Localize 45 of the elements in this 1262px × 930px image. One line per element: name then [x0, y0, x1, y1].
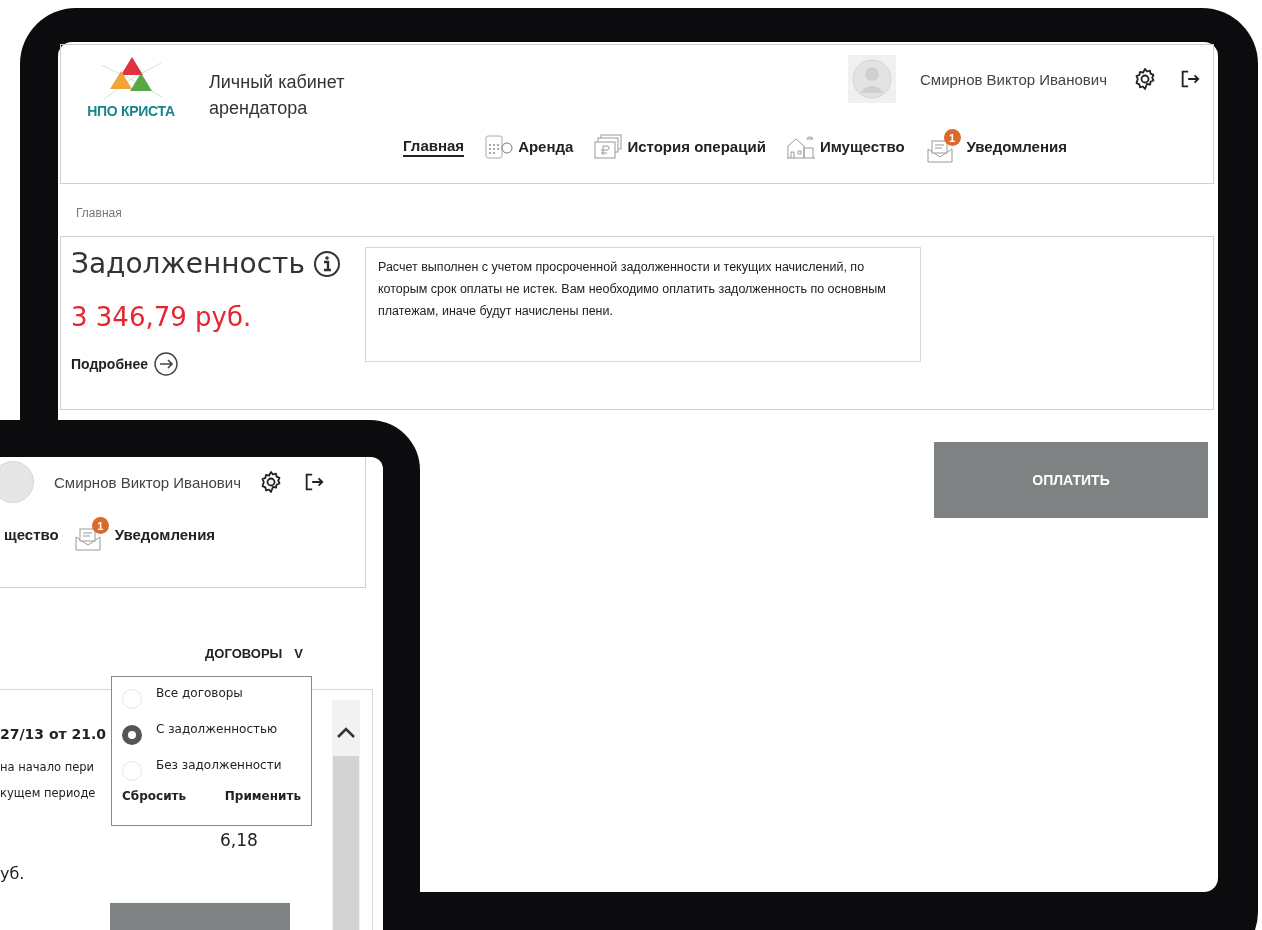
- info-icon[interactable]: [312, 249, 341, 278]
- contract-row-label: кущем периоде: [0, 786, 96, 800]
- logout-icon[interactable]: [1179, 68, 1201, 90]
- nav-link[interactable]: 1 Уведомления: [72, 517, 216, 552]
- pay-button[interactable]: ОПЛАТИТЬ: [934, 442, 1208, 518]
- filter-action-button[interactable]: Применить: [224, 789, 301, 803]
- settings-icon[interactable]: [1133, 67, 1157, 91]
- filter-option[interactable]: С задолженностью: [122, 717, 301, 753]
- radio-button[interactable]: [122, 725, 142, 745]
- contract-row-label: на начало пери: [0, 760, 95, 774]
- nav-link[interactable]: Главная: [403, 136, 465, 157]
- contract-amount: уб.: [0, 864, 26, 883]
- notification-badge: 1: [91, 517, 109, 534]
- app-title: Личный кабинет арендатора: [209, 71, 346, 120]
- arrow-right-icon: [154, 352, 179, 376]
- contract-value: 6,18: [220, 830, 258, 850]
- filter-option[interactable]: Все договоры: [122, 681, 301, 717]
- scrollbar[interactable]: [332, 700, 360, 930]
- logout-icon[interactable]: [303, 471, 325, 493]
- logo-text: НПО КРИСТА: [87, 103, 175, 119]
- user-name: Смирнов Виктор Иванович: [920, 70, 1107, 88]
- nav-link[interactable]: Аренда: [484, 133, 574, 160]
- chevron-up-icon[interactable]: [336, 726, 356, 738]
- scrollbar-thumb[interactable]: [333, 756, 359, 930]
- nav-link[interactable]: История операций: [593, 133, 766, 160]
- avatar: [0, 461, 34, 503]
- settings-icon[interactable]: [259, 470, 283, 494]
- breadcrumb: Главная: [76, 206, 123, 220]
- avatar: [848, 55, 896, 103]
- info-text: Расчет выполнен с учетом просроченной задолженности и текущих начислений, по которым срок оплаты не истек. Вам необходимо оплатить задолженность по основным платежам, иначе будут начислены пени.: [365, 247, 921, 362]
- debt-amount: 3 346,79 руб.: [71, 302, 253, 332]
- banknotes-icon: [593, 133, 624, 160]
- filter-option[interactable]: Без задолженности: [122, 753, 301, 789]
- filter-action-button[interactable]: Сбросить: [122, 789, 187, 803]
- contracts-filter-dropdown[interactable]: ДОГОВОРЫ V: [205, 646, 303, 661]
- debt-title: Задолженность: [71, 247, 305, 280]
- house-icon: [785, 133, 816, 160]
- nav-link[interactable]: Имущество: [785, 133, 905, 160]
- user-name: Смирнов Виктор Иванович: [54, 473, 241, 491]
- nav-link[interactable]: 1 Уведомления: [924, 129, 1067, 164]
- calculator-icon: [484, 133, 515, 160]
- more-link[interactable]: Подробнее: [71, 352, 365, 376]
- nav-link[interactable]: щество: [4, 526, 59, 543]
- contract-title: 27/13 от 21.0: [0, 726, 107, 744]
- notification-badge: 1: [943, 129, 961, 146]
